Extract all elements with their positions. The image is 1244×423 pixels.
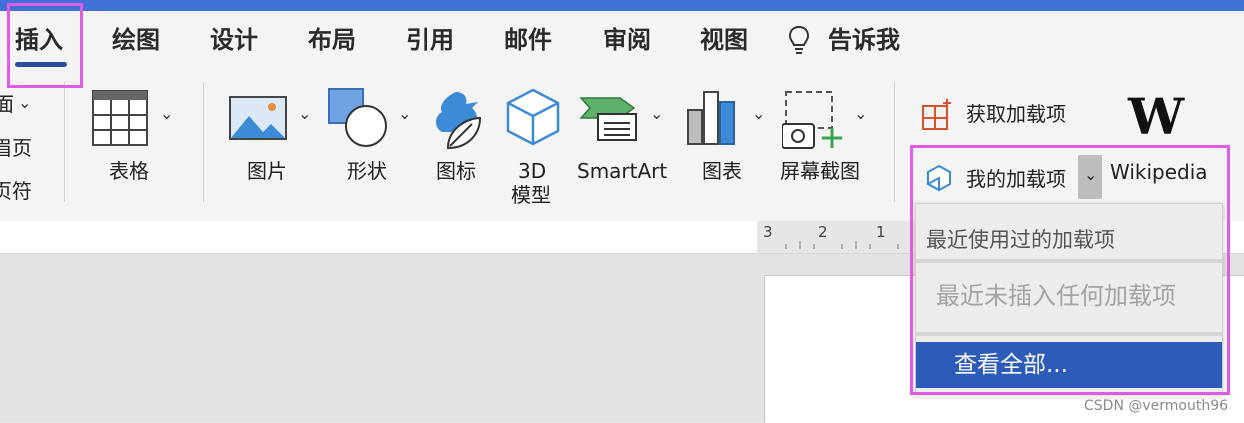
ruler-mark: 3 (763, 223, 773, 241)
picture-icon[interactable] (229, 96, 287, 140)
smartart-chevron-down-icon[interactable]: ⌄ (650, 104, 663, 123)
chart-chevron-down-icon[interactable]: ⌄ (752, 104, 765, 123)
screenshot-chevron-down-icon[interactable]: ⌄ (854, 104, 867, 123)
group-separator (894, 82, 895, 202)
wikipedia-logo: W (1128, 87, 1185, 146)
3d-model-label-line1[interactable]: 3D (518, 159, 546, 183)
page-break-button[interactable]: 页符 (0, 179, 32, 203)
table-chevron-down-icon[interactable]: ⌄ (160, 104, 173, 123)
shapes-chevron-down-icon[interactable]: ⌄ (398, 104, 411, 123)
chart-button-label[interactable]: 图表 (702, 159, 742, 183)
picture-chevron-down-icon[interactable]: ⌄ (298, 104, 311, 123)
screenshot-camera-icon[interactable] (782, 88, 846, 150)
highlight-box-insert-tab (7, 3, 83, 88)
table-icon[interactable] (92, 90, 148, 146)
screenshot-button-label[interactable]: 屏幕截图 (780, 159, 860, 183)
3d-model-label-line2[interactable]: 模型 (511, 183, 551, 207)
window-top-bar (0, 0, 1244, 11)
smartart-button-label[interactable]: SmartArt (577, 159, 667, 183)
group-separator (64, 82, 65, 202)
shapes-icon[interactable] (328, 88, 388, 148)
partial-left-label-1[interactable]: 面 (0, 92, 14, 116)
get-addins-grid-icon[interactable] (922, 98, 954, 130)
ribbon-tab-bar: 插入 绘图 设计 布局 引用 邮件 审阅 视图 告诉我 (0, 11, 1244, 73)
tab-mailings[interactable]: 邮件 (504, 25, 552, 55)
tab-draw[interactable]: 绘图 (112, 25, 160, 55)
get-addins-button[interactable]: 获取加载项 (966, 102, 1066, 126)
highlight-box-addins (910, 145, 1230, 395)
table-button-label[interactable]: 表格 (109, 159, 149, 183)
shapes-button-label[interactable]: 形状 (347, 159, 387, 183)
tab-design[interactable]: 设计 (210, 25, 258, 55)
smartart-icon[interactable] (580, 96, 638, 142)
ruler-ticks (785, 241, 913, 249)
icons-duck-icon[interactable] (428, 88, 486, 150)
watermark: CSDN @vermouth96 (1084, 398, 1229, 414)
cube-3d-icon[interactable] (506, 88, 560, 146)
tab-review[interactable]: 审阅 (603, 25, 651, 55)
chart-icon[interactable] (686, 88, 740, 146)
picture-button-label[interactable]: 图片 (247, 159, 287, 183)
tab-view[interactable]: 视图 (700, 25, 748, 55)
tab-references[interactable]: 引用 (406, 25, 454, 55)
lightbulb-icon (788, 25, 810, 54)
header-button[interactable]: 眉页 (0, 136, 32, 160)
group-separator (203, 82, 204, 202)
tab-layout[interactable]: 布局 (308, 25, 356, 55)
icons-button-label[interactable]: 图标 (436, 159, 476, 183)
tell-me-search[interactable]: 告诉我 (828, 25, 900, 55)
chevron-down-icon[interactable]: ⌄ (18, 93, 31, 112)
